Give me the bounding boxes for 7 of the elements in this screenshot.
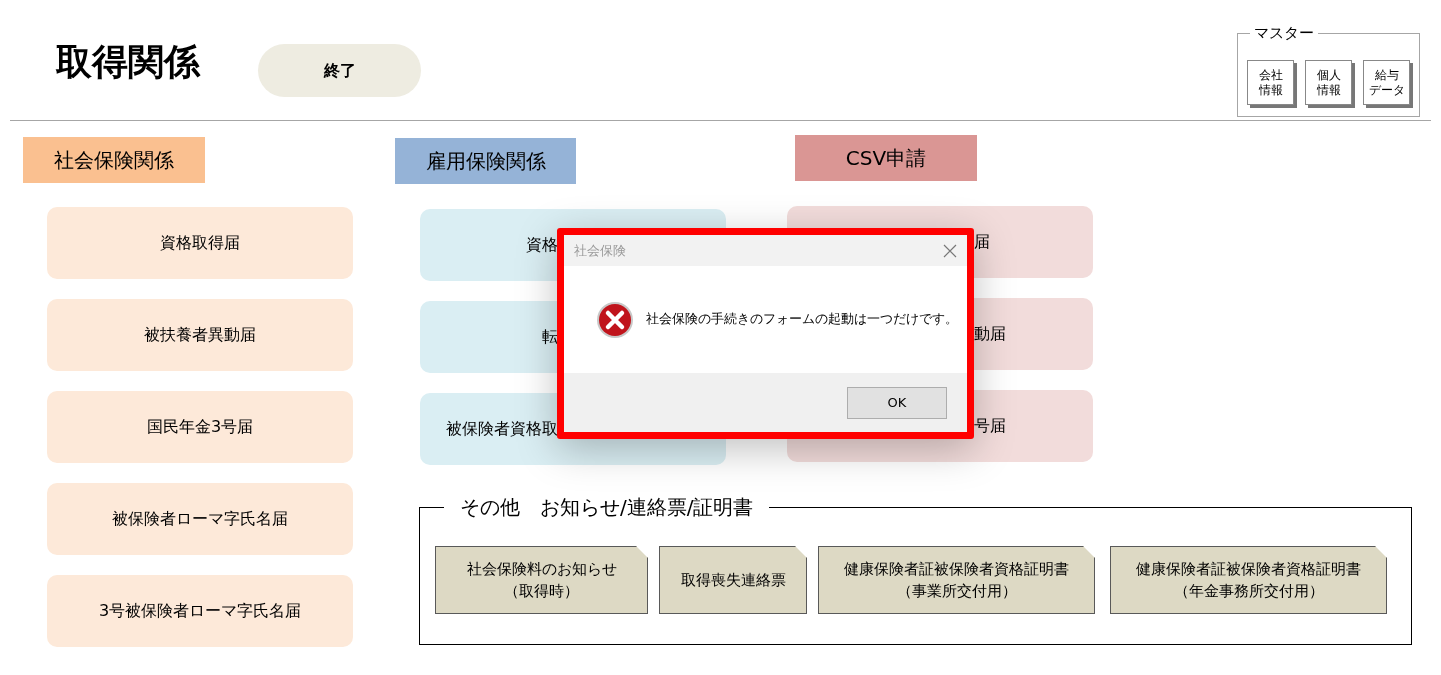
section-header: 社会保険関係 <box>23 137 205 183</box>
section-header: 雇用保険関係 <box>395 138 576 184</box>
section-header: CSV申請 <box>795 135 977 181</box>
dialog-title: 社会保険 <box>574 241 626 260</box>
page-title: 取得関係 <box>56 44 200 80</box>
master-label: マスター <box>1250 23 1318 43</box>
dialog-message: 社会保険の手続きのフォームの起動は一つだけです。 <box>646 310 958 329</box>
